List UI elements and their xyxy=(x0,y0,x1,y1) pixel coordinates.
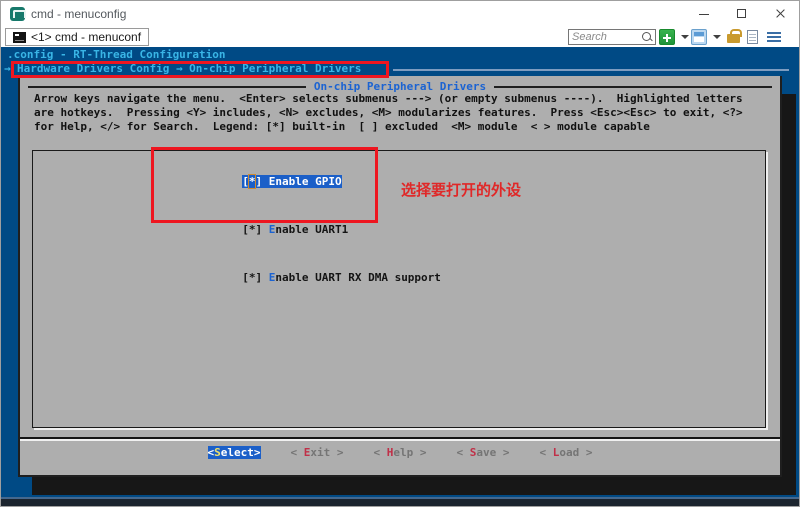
menu-item-enable-gpio[interactable]: [*] Enable GPIO xyxy=(33,158,765,206)
path-arrow: → xyxy=(4,62,11,76)
console-tab[interactable]: <1> cmd - menuconf xyxy=(5,28,149,46)
window-title: cmd - menuconfig xyxy=(31,7,126,21)
button-text: < xyxy=(457,446,470,459)
button-text: xit > xyxy=(310,446,343,459)
minimize-button[interactable] xyxy=(685,1,723,27)
title-rule-left xyxy=(28,86,306,88)
search-icon[interactable] xyxy=(641,31,654,44)
select-button[interactable]: <Select> xyxy=(208,446,261,459)
lock-icon[interactable] xyxy=(727,34,740,43)
conemu-window: cmd - menuconfig <1> cmd - menuconf .con… xyxy=(0,0,800,507)
toolbar: <1> cmd - menuconf xyxy=(1,27,799,47)
load-button[interactable]: < Load > xyxy=(540,446,593,459)
menuconfig-dialog: On-chip Peripheral Drivers Arrow keys na… xyxy=(18,76,782,477)
instructions-line: Arrow keys navigate the menu. <Enter> se… xyxy=(34,92,743,106)
menu-item-enable-uart-rx-dma[interactable]: [*] Enable UART RX DMA support xyxy=(33,254,765,302)
button-text: oad > xyxy=(559,446,592,459)
button-hotkey: S xyxy=(214,446,221,459)
annotation-note: 选择要打开的外设 xyxy=(401,179,521,200)
terminal: .config - RT-Thread Configuration → Hard… xyxy=(1,47,799,506)
document-icon[interactable] xyxy=(747,30,758,44)
checkbox-open: [ xyxy=(242,223,249,236)
titlebar: cmd - menuconfig xyxy=(1,1,799,27)
dialog-buttons: <Select> < Exit > < Help > < Save > < Lo… xyxy=(20,446,780,459)
kconfig-header: .config - RT-Thread Configuration xyxy=(7,48,226,62)
new-console-dropdown-icon[interactable] xyxy=(681,35,689,39)
checkbox-close: ] xyxy=(255,271,268,284)
button-text: elect> xyxy=(221,446,261,459)
path-rule-line xyxy=(393,69,789,71)
close-icon xyxy=(775,8,786,19)
window-mode-dropdown-icon[interactable] xyxy=(713,35,721,39)
new-console-button[interactable] xyxy=(659,29,675,45)
menu-icon[interactable] xyxy=(767,32,781,34)
title-rule-right xyxy=(494,86,772,88)
minimize-icon xyxy=(699,14,709,15)
button-separator xyxy=(20,437,780,441)
search-box xyxy=(568,29,656,45)
button-text: elp > xyxy=(393,446,426,459)
annotation-box-items xyxy=(151,147,378,223)
checkbox-open: [ xyxy=(242,271,249,284)
button-text: < xyxy=(291,446,304,459)
instructions-line: are hotkeys. Pressing <Y> includes, <N> … xyxy=(34,106,743,120)
button-text: < xyxy=(540,446,553,459)
help-button[interactable]: < Help > xyxy=(374,446,427,459)
annotation-box-path xyxy=(11,61,389,78)
search-input[interactable] xyxy=(569,31,641,43)
save-button[interactable]: < Save > xyxy=(457,446,510,459)
instructions-line: for Help, </> for Search. Legend: [*] bu… xyxy=(34,120,743,134)
close-button[interactable] xyxy=(761,1,799,27)
maximize-button[interactable] xyxy=(723,1,761,27)
conemu-app-icon xyxy=(10,7,25,21)
menu-item-enable-uart1[interactable]: [*] Enable UART1 xyxy=(33,206,765,254)
instructions: Arrow keys navigate the menu. <Enter> se… xyxy=(34,92,743,134)
cmd-icon xyxy=(13,32,26,43)
checkbox-close: ] xyxy=(255,223,268,236)
window-mode-button[interactable] xyxy=(691,29,707,45)
item-label: nable UART RX DMA support xyxy=(275,271,441,284)
console-tab-label: <1> cmd - menuconf xyxy=(31,30,141,44)
exit-button[interactable]: < Exit > xyxy=(291,446,344,459)
maximize-icon xyxy=(737,9,746,18)
window-bottom-border xyxy=(1,499,799,506)
item-label: nable UART1 xyxy=(275,223,348,236)
button-text: < xyxy=(374,446,387,459)
menu-list-box: [*] Enable GPIO [*] Enable UART1 [*] Ena… xyxy=(32,150,766,428)
button-text: ave > xyxy=(476,446,509,459)
